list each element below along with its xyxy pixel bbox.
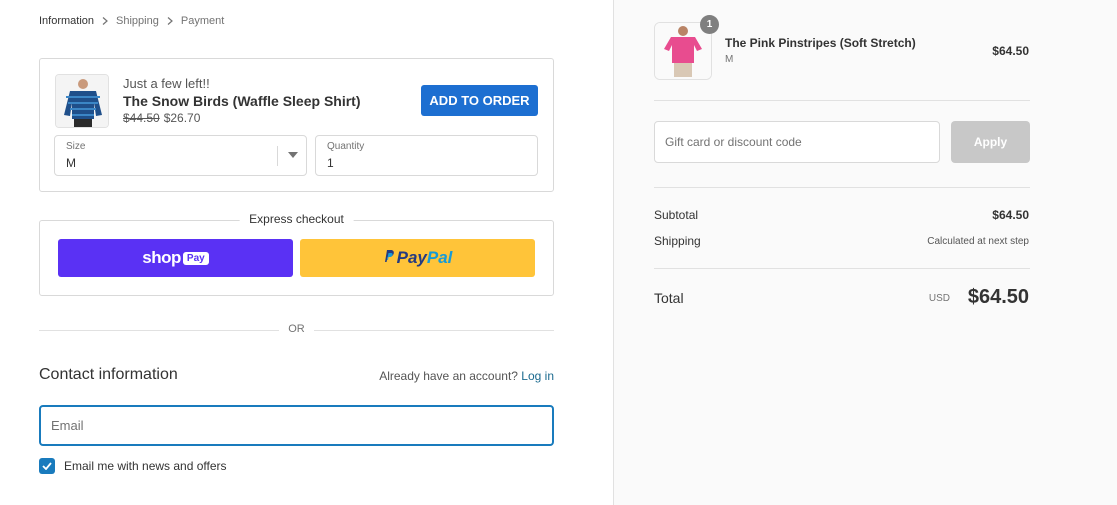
quantity-label: Quantity	[327, 141, 365, 152]
paypal-icon	[383, 248, 395, 268]
or-text: OR	[288, 323, 305, 335]
or-divider: OR	[39, 323, 554, 337]
paypal-button[interactable]: Pay Pal	[300, 239, 535, 277]
cart-item-image: 1	[654, 15, 719, 80]
apply-button[interactable]: Apply	[951, 121, 1030, 163]
chevron-right-icon	[94, 16, 116, 27]
stock-note: Just a few left!!	[123, 76, 210, 91]
subtotal-label: Subtotal	[654, 208, 699, 222]
email-input[interactable]	[41, 407, 552, 444]
cart-item-variant: M	[725, 54, 734, 65]
upsell-prices: $44.50 $26.70	[123, 111, 200, 125]
subtotal-value: $64.50	[992, 208, 1029, 222]
newsletter-option[interactable]: Email me with news and offers	[39, 458, 227, 474]
size-label: Size	[66, 141, 86, 152]
email-field[interactable]	[39, 405, 554, 446]
select-divider	[277, 146, 278, 166]
breadcrumb-information[interactable]: Information	[39, 14, 94, 28]
size-select[interactable]: Size M	[54, 135, 307, 176]
add-to-order-button[interactable]: ADD TO ORDER	[421, 85, 538, 116]
chevron-right-icon	[159, 16, 181, 27]
breadcrumb-payment: Payment	[180, 15, 225, 27]
paypal-text-pay: Pay	[396, 248, 427, 267]
discount-field[interactable]	[654, 121, 940, 163]
breadcrumb: Information Shipping Payment	[39, 14, 224, 28]
newsletter-label: Email me with news and offers	[64, 459, 227, 473]
express-checkout-title: Express checkout	[239, 212, 354, 226]
discount-input[interactable]	[655, 122, 939, 162]
size-value: M	[66, 156, 76, 170]
upsell-product-image	[55, 74, 109, 128]
paypal-text-pal: Pal	[426, 248, 453, 267]
checkmark-icon	[42, 462, 52, 470]
cart-item-name: The Pink Pinstripes (Soft Stretch)	[725, 36, 916, 50]
summary-divider	[654, 268, 1030, 269]
upsell-offer: Just a few left!! The Snow Birds (Waffle…	[39, 58, 554, 192]
quantity-value: 1	[327, 156, 334, 170]
total-value: $64.50	[967, 286, 1029, 308]
chevron-down-icon	[288, 152, 298, 158]
shop-pay-pill: Pay	[182, 251, 209, 265]
account-prompt-text: Already have an account?	[379, 369, 518, 383]
total-currency: USD	[928, 293, 950, 304]
order-summary: 1 The Pink Pinstripes (Soft Stretch) M $…	[613, 0, 1117, 505]
total-label: Total	[654, 290, 684, 306]
upsell-product-name: The Snow Birds (Waffle Sleep Shirt)	[123, 93, 361, 109]
newsletter-checkbox[interactable]	[39, 458, 55, 474]
summary-divider	[654, 187, 1030, 188]
checkout-main: Information Shipping Payment Just a few …	[0, 0, 613, 505]
breadcrumb-shipping: Shipping	[116, 15, 159, 27]
shipping-label: Shipping	[654, 234, 701, 248]
shop-pay-logo-text: shop	[142, 248, 181, 267]
login-link[interactable]: Log in	[521, 369, 554, 383]
shop-pay-button[interactable]: shop Pay	[58, 239, 293, 277]
express-checkout: Express checkout shop Pay Pay Pal	[39, 212, 554, 296]
contact-heading: Contact information	[39, 366, 178, 383]
shipping-value: Calculated at next step	[927, 236, 1029, 247]
sale-price: $26.70	[163, 111, 201, 125]
original-price: $44.50	[123, 111, 160, 125]
cart-item-price: $64.50	[992, 44, 1029, 58]
quantity-field[interactable]: Quantity 1	[315, 135, 538, 176]
account-prompt: Already have an account? Log in	[379, 369, 554, 383]
quantity-badge: 1	[700, 15, 719, 34]
summary-divider	[654, 100, 1030, 101]
divider-line	[314, 330, 554, 331]
